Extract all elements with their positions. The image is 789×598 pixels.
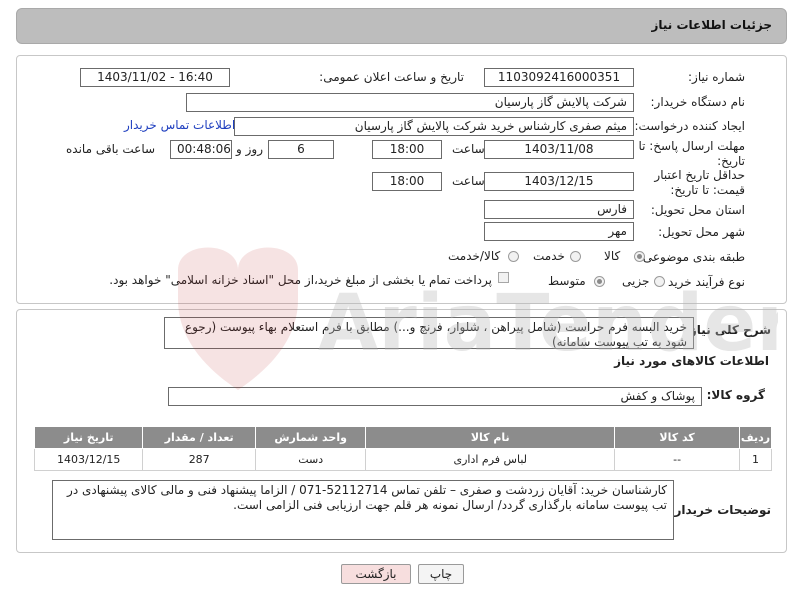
process-label: نوع فرآیند خرید : [660,275,745,289]
category-radio-both[interactable] [508,251,519,262]
cell-unit: دست [254,448,367,471]
category-radio-service[interactable] [570,251,581,262]
cell-code: -- [614,448,741,471]
print-button[interactable]: چاپ [418,564,464,584]
days-field: 6 [268,140,334,159]
goods-group-label: گروه کالا: [706,388,765,402]
announce-label: تاریخ و ساعت اعلان عمومی: [319,70,464,84]
category-option-service: خدمت [533,249,565,263]
col-date: تاریخ نیاز [33,426,144,449]
goods-table: ردیف کد کالا نام کالا واحد شمارش تعداد /… [33,426,772,471]
goods-info-title: اطلاعات کالاهای مورد نیاز [614,354,769,368]
process-option-minor: جزیی [622,274,650,288]
buyer-org-field: شرکت پالایش گاز پارسیان [186,93,634,112]
reply-time-label: ساعت [452,142,485,156]
announce-field: 1403/11/02 - 16:40 [80,68,230,87]
treasury-payment-note: پرداخت تمام یا بخشی از مبلغ خرید،از محل … [109,273,492,287]
need-number-label: شماره نیاز: [688,70,745,84]
province-field: فارس [484,200,634,219]
requester-label: ایجاد کننده درخواست: [634,119,745,133]
price-date-field: 1403/12/15 [484,172,634,191]
buyer-contact-link[interactable]: اطلاعات تماس خریدار [124,118,235,132]
col-qty: تعداد / مقدار [142,426,256,449]
province-label: استان محل تحویل: [650,203,745,217]
cell-date: 1403/12/15 [33,448,144,471]
category-radio-goods[interactable] [634,251,645,262]
category-option-goods: کالا [604,249,621,263]
cell-row: 1 [739,448,772,471]
col-unit: واحد شمارش [254,426,367,449]
buyer-org-label: نام دستگاه خریدار: [650,95,746,109]
process-radio-minor[interactable] [654,276,665,287]
requester-field: میثم صفری کارشناس خرید شرکت پالایش گاز پ… [234,117,634,136]
back-button[interactable]: بازگشت [341,564,411,584]
process-radio-medium[interactable] [594,276,605,287]
price-time-label: ساعت [452,174,485,188]
col-row: ردیف [739,426,772,449]
price-validity-label: حداقل تاریخ اعتبار قیمت: تا تاریخ: [654,168,745,197]
reply-time-field: 18:00 [372,140,442,159]
page-header: جزئیات اطلاعات نیاز [16,8,787,44]
process-option-medium: متوسط [548,274,586,288]
reply-date-field: 1403/11/08 [484,140,634,159]
table-row: 1 -- لباس فرم اداری دست 287 1403/12/15 [33,448,772,471]
remaining-label: ساعت باقی مانده [66,142,156,156]
city-field: مهر [484,222,634,241]
city-label: شهر محل تحویل: [658,225,745,239]
treasury-payment-checkbox[interactable] [498,272,509,283]
page-title: جزئیات اطلاعات نیاز [651,18,772,32]
reply-deadline-label: مهلت ارسال پاسخ: تا تاریخ: [638,139,745,168]
category-label: طبقه بندی موضوعی: [638,250,745,264]
col-code: کد کالا [614,426,741,449]
col-name: نام کالا [365,426,616,449]
days-label: روز و [236,142,263,156]
buyer-notes-label: توضیحات خریدار: [669,503,771,517]
cell-qty: 287 [142,448,256,471]
buyer-notes-textarea: کارشناسان خرید: آقایان زردشت و صفری – تل… [52,480,674,540]
description-label: شرح کلی نیاز: [685,323,771,337]
need-number-field: 1103092416000351 [484,68,634,87]
remaining-time-field: 00:48:06 [170,140,232,159]
description-textarea: خرید البسه فرم حراست (شامل پیراهن ، شلوا… [164,317,694,349]
price-time-field: 18:00 [372,172,442,191]
cell-name: لباس فرم اداری [365,448,616,471]
goods-group-field: پوشاک و کفش [168,387,702,406]
category-option-both: کالا/خدمت [448,249,501,263]
